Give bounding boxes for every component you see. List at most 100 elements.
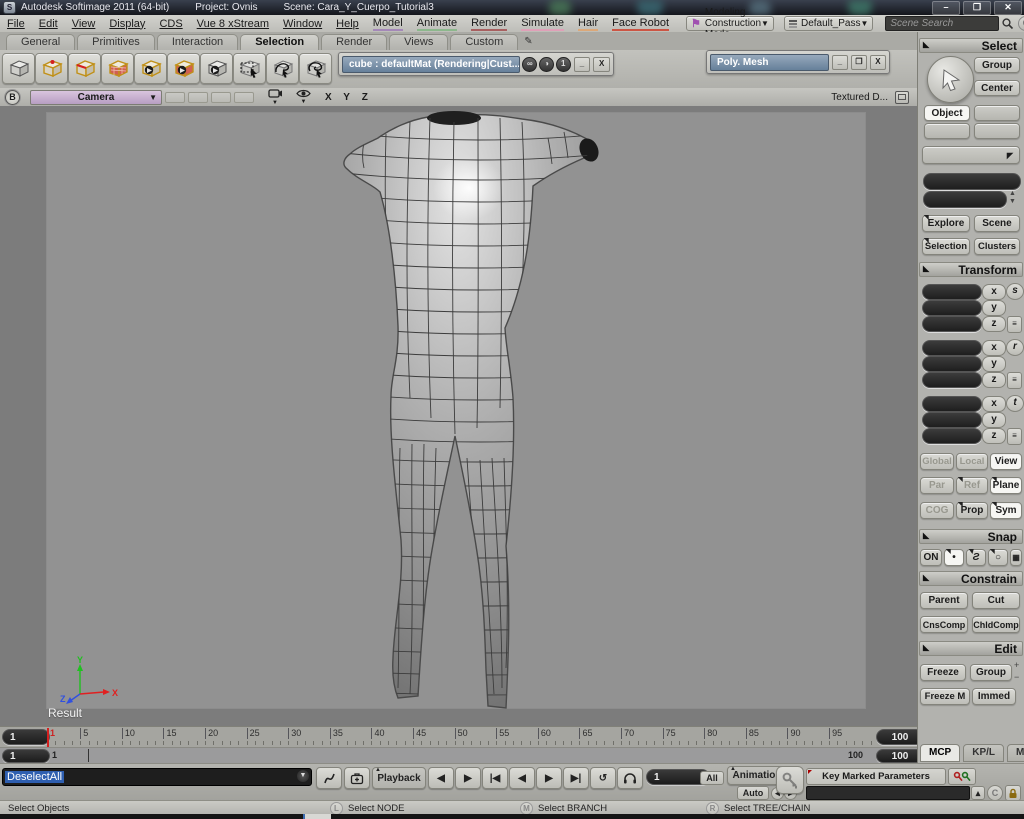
selection-text-field-2[interactable] [923, 191, 1007, 208]
command-history-dropdown[interactable]: ▼ [297, 770, 309, 782]
viewport-b-button[interactable]: B [5, 89, 20, 105]
menu-window[interactable]: Window [283, 18, 322, 30]
ref-mode-button[interactable]: Ref [956, 476, 988, 494]
parameter-dropdown[interactable] [806, 786, 970, 800]
select-polygon-raycast-button[interactable] [167, 53, 200, 84]
menu-simulate[interactable]: Simulate [521, 17, 564, 31]
camera-view-dropdown[interactable]: Camera ▼ [30, 89, 162, 105]
select-lasso-tool-button[interactable] [266, 53, 299, 84]
scale-y-field[interactable] [922, 300, 982, 316]
minus-icon[interactable]: − [1014, 673, 1019, 682]
memo-cam-slot-1[interactable] [165, 91, 185, 103]
scale-options-icon[interactable]: ≡ [1007, 316, 1022, 333]
filter-slot-button-3[interactable] [974, 123, 1020, 139]
all-frames-button[interactable]: All [700, 771, 724, 785]
translate-z-button[interactable]: z [982, 428, 1006, 444]
minimize-button[interactable]: – [932, 1, 960, 15]
property-close-button[interactable]: X [593, 56, 610, 72]
poly-mesh-titlebar[interactable]: Poly. Mesh [710, 53, 829, 71]
custom-commands-badge[interactable]: C [1018, 16, 1024, 31]
tab-render[interactable]: Render [321, 34, 388, 50]
select-tool-button[interactable] [927, 56, 974, 103]
tab-mcp[interactable]: MCP [920, 744, 961, 762]
visibility-options-button[interactable]: ▼ [296, 89, 311, 105]
snap-curve-button[interactable]: Ƨ [966, 548, 986, 566]
select-object-raycast-button[interactable] [134, 53, 167, 84]
select-freeform-tool-button[interactable] [299, 53, 332, 84]
memo-cam-slot-3[interactable] [211, 91, 231, 103]
cnscomp-button[interactable]: CnsComp [920, 616, 968, 633]
axis-y-toggle[interactable]: Y [343, 92, 351, 103]
property-window[interactable]: cube : defaultMat (Rendering|Cust... ∞ ◑… [338, 52, 614, 76]
recycle-icon[interactable]: 1 [555, 56, 571, 72]
menu-vue8xstream[interactable]: Vue 8 xStream [197, 18, 269, 30]
translate-y-field[interactable] [922, 412, 982, 428]
filter-slot-button-1[interactable] [974, 105, 1020, 121]
snap-point-button[interactable]: • [944, 548, 964, 566]
rotate-x-field[interactable] [922, 340, 982, 356]
lock-icon[interactable]: ∞ [522, 56, 538, 72]
dropdown-up-button[interactable]: ▴ [971, 786, 985, 800]
translate-z-field[interactable] [922, 428, 982, 444]
tab-primitives[interactable]: Primitives [77, 34, 155, 50]
c-button[interactable]: C [987, 785, 1003, 801]
clusters-button[interactable]: Clusters [974, 238, 1020, 255]
snap-section-header[interactable]: Snap [919, 528, 1023, 544]
menu-render[interactable]: Render [471, 17, 508, 31]
tab-edit-icon[interactable]: ✎ [524, 36, 540, 50]
filter-point-cube-button[interactable] [35, 53, 68, 84]
tab-mat[interactable]: MAT [1007, 744, 1024, 762]
translate-x-field[interactable] [922, 396, 982, 412]
select-object-cube-button[interactable] [2, 53, 35, 84]
spinner-up-icon[interactable]: ▲ [1009, 190, 1016, 197]
key-button[interactable] [776, 766, 804, 794]
prop-button[interactable]: Prop [956, 501, 988, 519]
edit-section-header[interactable]: Edit [919, 640, 1023, 656]
tab-views[interactable]: Views [389, 34, 449, 50]
snap-on-button[interactable]: ON [920, 549, 942, 566]
select-section-header[interactable]: Select [919, 37, 1023, 53]
axis-z-toggle[interactable]: Z [362, 92, 369, 103]
range-slider-handle[interactable] [88, 749, 89, 762]
go-to-end-button[interactable]: ▶| [563, 767, 589, 789]
freeze-button[interactable]: Freeze [920, 664, 966, 681]
transform-section-header[interactable]: Transform [919, 261, 1023, 277]
memo-cam-slot-4[interactable] [234, 91, 254, 103]
scale-mode-button[interactable]: s [1006, 283, 1024, 300]
edit-group-button[interactable]: Group [970, 664, 1012, 681]
tab-kpl[interactable]: KP/L [963, 744, 1005, 762]
scale-z-field[interactable] [922, 316, 982, 332]
scale-x-button[interactable]: x [982, 284, 1006, 300]
cog-button[interactable]: COG [920, 502, 954, 519]
tab-interaction[interactable]: Interaction [156, 34, 239, 50]
mesh-minimize-button[interactable]: _ [831, 54, 848, 70]
rotate-options-icon[interactable]: ≡ [1007, 372, 1022, 389]
auto-key-button[interactable]: Auto [737, 786, 769, 800]
property-minimize-button[interactable]: _ [573, 56, 591, 72]
constrain-cut-button[interactable]: Cut [972, 592, 1020, 609]
playback-menu-button[interactable]: ▲ Playback [372, 767, 426, 789]
chldcomp-button[interactable]: ChldComp [972, 616, 1020, 633]
mesh-close-button[interactable]: X [869, 54, 886, 70]
scale-x-field[interactable] [922, 284, 982, 300]
frame-forward-button[interactable]: ▶ [455, 767, 481, 789]
freeze-m-button[interactable]: Freeze M [920, 688, 970, 705]
rotate-y-field[interactable] [922, 356, 982, 372]
tab-general[interactable]: General [6, 34, 76, 50]
scale-y-button[interactable]: y [982, 300, 1006, 316]
axis-x-toggle[interactable]: X [325, 92, 333, 103]
snap-grid-button[interactable]: ▦ [1010, 549, 1022, 566]
tab-custom[interactable]: Custom [450, 34, 519, 50]
menu-face-robot[interactable]: Face Robot [612, 17, 670, 31]
refresh-icon[interactable]: ◑ [539, 56, 554, 72]
menu-view[interactable]: View [72, 18, 96, 30]
property-window-titlebar[interactable]: cube : defaultMat (Rendering|Cust... [342, 55, 521, 73]
viewport-canvas[interactable]: Y X Z Result [0, 106, 917, 726]
menu-hair[interactable]: Hair [577, 17, 599, 31]
poly-mesh-window[interactable]: Poly. Mesh _ ❐ X [706, 50, 890, 74]
frame-back-button[interactable]: ◀ [428, 767, 454, 789]
select-rectangle-tool-button[interactable] [233, 53, 266, 84]
snap-region-button[interactable]: ○ [988, 548, 1008, 566]
timeline-ruler[interactable]: 1 5 10 15 20 25 30 35 40 45 50 55 60 65 70 75 80 85 90 95 [40, 727, 874, 748]
key-marked-parameters-button[interactable]: Key Marked Parameters [806, 768, 946, 785]
